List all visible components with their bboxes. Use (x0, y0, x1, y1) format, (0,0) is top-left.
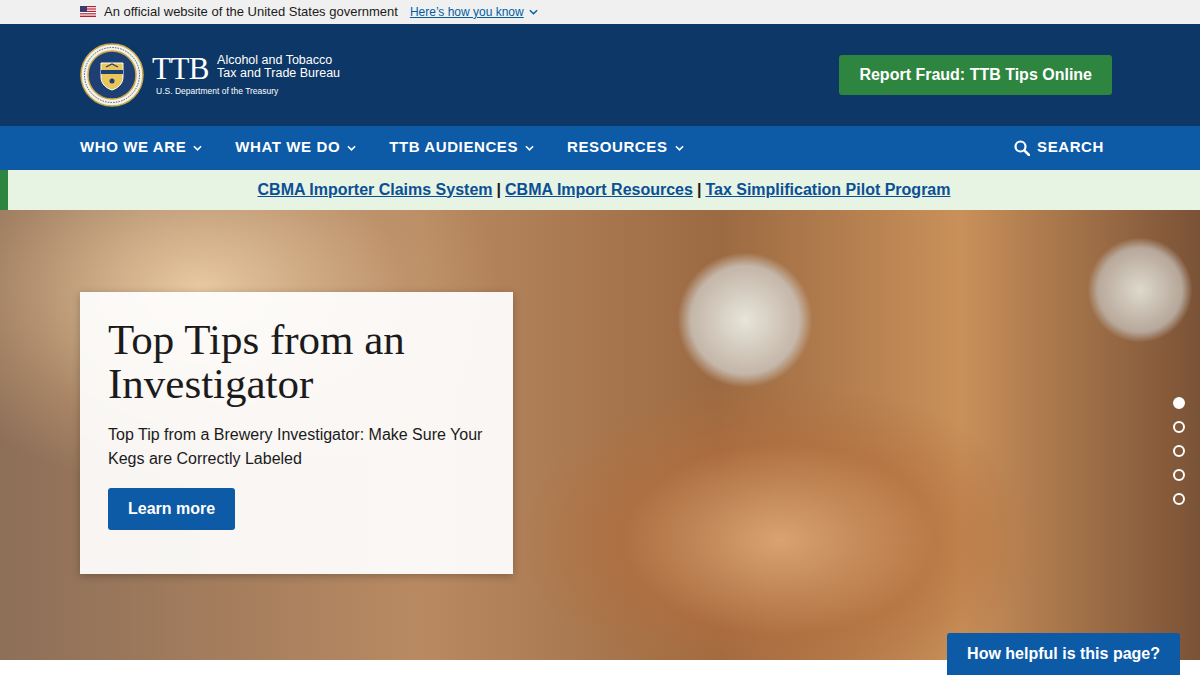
alert-link[interactable]: CBMA Importer Claims System (258, 178, 493, 202)
alert-link[interactable]: CBMA Import Resources (505, 178, 693, 202)
nav-item[interactable]: WHAT WE DO (235, 136, 356, 159)
learn-more-button[interactable]: Learn more (108, 488, 235, 530)
logo-text: TTB Alcohol and Tobacco Tax and Trade Bu… (152, 53, 340, 96)
ttb-logo[interactable]: TTB Alcohol and Tobacco Tax and Trade Bu… (80, 43, 340, 107)
nav-item[interactable]: TTB AUDIENCES (389, 136, 534, 159)
nav-item-label: RESOURCES (567, 136, 667, 159)
chevron-down-icon (529, 9, 538, 15)
logo-line: Alcohol and Tobacco (217, 54, 340, 67)
link-separator: | (493, 178, 505, 202)
gov-banner-text: An official website of the United States… (104, 2, 398, 22)
chevron-down-icon (193, 145, 202, 151)
feedback-button[interactable]: How helpful is this page? (947, 633, 1180, 675)
carousel-indicators (1173, 397, 1185, 505)
nav-item-label: WHAT WE DO (235, 136, 340, 159)
chevron-down-icon (347, 145, 356, 151)
logo-subline: U.S. Department of the Treasury (152, 86, 340, 96)
nav-item-label: TTB AUDIENCES (389, 136, 518, 159)
link-separator: | (693, 178, 705, 202)
hero-card: Top Tips from an Investigator Top Tip fr… (80, 292, 513, 574)
treasury-seal-icon (80, 43, 144, 107)
search-button[interactable]: SEARCH (1014, 136, 1104, 159)
carousel-dot[interactable] (1173, 493, 1185, 505)
how-you-know-text: Here’s how you know (410, 3, 524, 21)
logo-line: Tax and Trade Bureau (217, 67, 340, 80)
nav-list: WHO WE ARE WHAT WE DO TTB AUDIENCES RESOURC… (80, 136, 684, 159)
alert-strip: CBMA Importer Claims System|CBMA Import … (0, 170, 1200, 210)
alert-link[interactable]: Tax Simplification Pilot Program (705, 178, 950, 202)
carousel-dot[interactable] (1173, 469, 1185, 481)
report-fraud-button[interactable]: Report Fraud: TTB Tips Online (839, 55, 1112, 95)
site-header: TTB Alcohol and Tobacco Tax and Trade Bu… (0, 24, 1200, 126)
hero-carousel: Top Tips from an Investigator Top Tip fr… (0, 210, 1200, 660)
gov-banner: An official website of the United States… (0, 0, 1200, 24)
search-label: SEARCH (1037, 136, 1104, 159)
hero-title: Top Tips from an Investigator (108, 318, 485, 406)
nav-item-label: WHO WE ARE (80, 136, 186, 159)
magnifier-icon (1014, 140, 1030, 156)
carousel-dot[interactable] (1173, 445, 1185, 457)
hero-text: Top Tip from a Brewery Investigator: Mak… (108, 423, 485, 471)
how-you-know-link[interactable]: Here’s how you know (410, 3, 538, 21)
nav-item[interactable]: RESOURCES (567, 136, 683, 159)
chevron-down-icon (525, 145, 534, 151)
logo-title: TTB (152, 53, 209, 84)
carousel-dot[interactable] (1173, 421, 1185, 433)
us-flag-icon (80, 6, 96, 17)
main-nav: WHO WE ARE WHAT WE DO TTB AUDIENCES RESOURC… (0, 126, 1200, 170)
carousel-dot[interactable] (1173, 397, 1185, 409)
chevron-down-icon (675, 145, 684, 151)
nav-item[interactable]: WHO WE ARE (80, 136, 202, 159)
